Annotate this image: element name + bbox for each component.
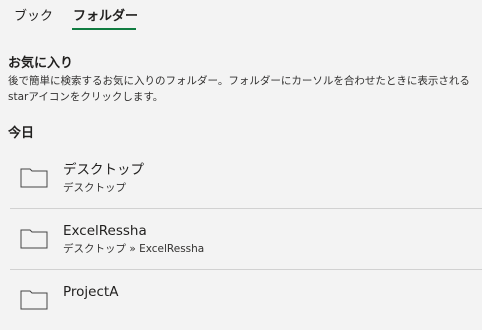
folder-name: ExcelRessha (63, 223, 147, 239)
favorites-heading: お気に入り (8, 56, 74, 71)
folder-icon (20, 290, 48, 310)
active-tab-indicator (72, 28, 136, 30)
folder-path: デスクトップ (63, 182, 126, 194)
folder-row[interactable]: ExcelRessha デスクトップ » ExcelRessha (10, 209, 482, 270)
folder-icon (20, 229, 48, 249)
folder-name: デスクトップ (63, 162, 144, 178)
folder-path: デスクトップ » ExcelRessha (63, 243, 205, 255)
folder-name: ProjectA (63, 284, 119, 300)
folder-row[interactable]: ProjectA (10, 270, 482, 330)
folder-row[interactable]: デスクトップ デスクトップ (10, 148, 482, 209)
tab-bar: ブック フォルダー (0, 0, 482, 34)
folder-icon (20, 168, 48, 188)
tab-folders[interactable]: フォルダー (73, 9, 138, 25)
tab-books[interactable]: ブック (14, 9, 53, 25)
favorites-description: 後で簡単に検索するお気に入りのフォルダー。フォルダーにカーソルを合わせたときに表… (8, 75, 470, 103)
today-heading: 今日 (8, 126, 35, 141)
